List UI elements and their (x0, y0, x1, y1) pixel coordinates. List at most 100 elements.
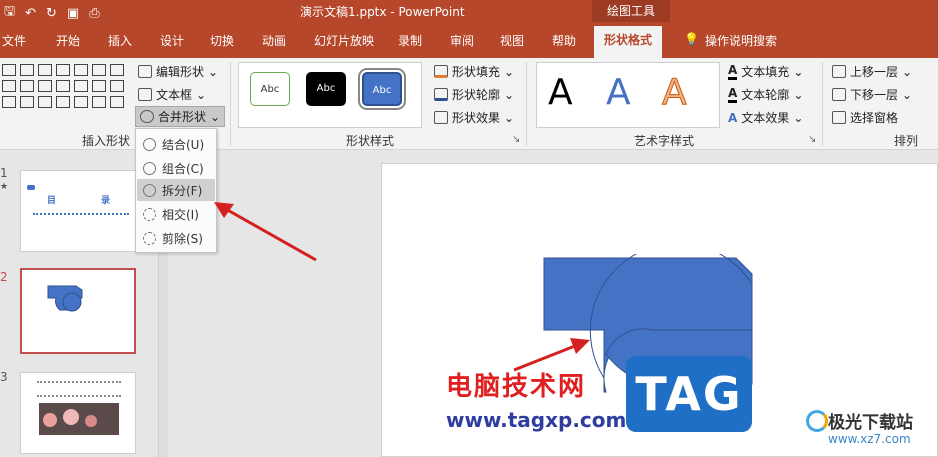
send-backward-button[interactable]: 下移一层 ⌄ (832, 86, 912, 103)
shape-icon[interactable] (20, 64, 34, 76)
shape-icon[interactable] (20, 96, 34, 108)
shapes-gallery[interactable] (2, 64, 126, 108)
shape-icon[interactable] (110, 80, 124, 92)
shape-icon[interactable] (2, 96, 16, 108)
tab-design[interactable]: 设计 (160, 32, 184, 49)
selection-pane-button[interactable]: 选择窗格 (832, 109, 898, 126)
bring-forward-icon (832, 65, 846, 78)
site-logo: 极光下载站 www.xz7.com (806, 404, 936, 454)
shape-icon[interactable] (2, 80, 16, 92)
shape-icon[interactable] (38, 64, 52, 76)
ribbon-tabs: 文件 开始 插入 设计 切换 动画 幻灯片放映 录制 审阅 视图 帮助 形状格式… (0, 22, 938, 58)
text-fill-icon: A (728, 63, 738, 80)
dialog-launcher-icon[interactable]: ↘ (512, 134, 520, 145)
text-effects-label: 文本效果 (741, 111, 790, 125)
print-preview-icon[interactable]: ⎙ (89, 6, 99, 21)
shape-fill-label: 形状填充 (452, 65, 501, 79)
redo-icon[interactable]: ↻ (46, 6, 57, 21)
tab-transitions[interactable]: 切换 (210, 32, 234, 49)
tab-record[interactable]: 录制 (398, 32, 422, 49)
chevron-down-icon: ⌄ (196, 87, 207, 102)
shape-icon[interactable] (2, 64, 16, 76)
tab-view[interactable]: 视图 (500, 32, 524, 49)
tell-me-label: 操作说明搜索 (704, 34, 777, 48)
text-fill-button[interactable]: A 文本填充 ⌄ (728, 63, 803, 80)
group-separator (526, 62, 527, 146)
tab-home[interactable]: 开始 (56, 32, 80, 49)
shape-icon[interactable] (74, 96, 88, 108)
fragment-icon (143, 183, 156, 197)
slide-thumbnail-2[interactable] (20, 268, 136, 354)
tab-review[interactable]: 审阅 (450, 32, 474, 49)
shape-icon[interactable] (110, 64, 124, 76)
shape-icon[interactable] (56, 64, 70, 76)
shape-icon[interactable] (92, 96, 106, 108)
shape-icon[interactable] (56, 80, 70, 92)
shape-icon[interactable] (38, 96, 52, 108)
tell-me-search[interactable]: 💡 操作说明搜索 (684, 32, 777, 49)
menu-item-label: 组合(C) (162, 161, 204, 176)
textbox-button[interactable]: 文本框 ⌄ (138, 86, 206, 103)
menu-item-label: 相交(I) (162, 207, 199, 222)
arrange-group-label: 排列 (894, 134, 919, 148)
edit-shape-button[interactable]: 编辑形状 ⌄ (138, 63, 218, 80)
menu-item-fragment[interactable]: 拆分(F) (137, 179, 215, 201)
menu-item-label: 拆分(F) (162, 183, 203, 198)
tab-shape-format[interactable]: 形状格式 (594, 26, 663, 58)
tab-help[interactable]: 帮助 (552, 32, 576, 49)
tab-insert[interactable]: 插入 (108, 32, 132, 49)
style-sample-outline[interactable]: Abc (250, 72, 290, 106)
shape-icon[interactable] (56, 96, 70, 108)
wordart-styles-group-label: 艺术字样式 (634, 134, 695, 148)
thumb-dots (33, 213, 129, 215)
style-sample-black[interactable]: Abc (306, 72, 346, 106)
shape-effects-label: 形状效果 (452, 111, 501, 125)
shape-icon[interactable] (74, 64, 88, 76)
shape-icon[interactable] (38, 80, 52, 92)
menu-item-subtract[interactable]: 剪除(S) (137, 227, 215, 249)
text-effects-button[interactable]: A 文本效果 ⌄ (728, 109, 803, 126)
shape-styles-group-label: 形状样式 (346, 134, 395, 148)
send-backward-label: 下移一层 (850, 88, 899, 102)
menu-item-combine[interactable]: 组合(C) (137, 157, 215, 179)
chevron-down-icon: ⌄ (504, 64, 515, 79)
tab-file[interactable]: 文件 (2, 32, 26, 49)
annotation-arrow-to-menu (214, 202, 317, 262)
merge-shapes-icon (140, 110, 154, 123)
dialog-launcher-icon[interactable]: ↘ (808, 134, 816, 145)
tag-logo: TAG (626, 356, 752, 432)
swirl-logo-icon (806, 410, 828, 432)
menu-item-intersect[interactable]: 相交(I) (137, 203, 215, 225)
send-backward-icon (832, 88, 846, 101)
thumb-title-char: 目 (47, 196, 57, 206)
thumb-title-char: 录 (101, 196, 111, 206)
shape-effects-button[interactable]: 形状效果 ⌄ (434, 109, 514, 126)
shape-outline-button[interactable]: 形状轮廓 ⌄ (434, 86, 514, 103)
shape-fill-button[interactable]: 形状填充 ⌄ (434, 63, 514, 80)
present-icon[interactable]: ▣ (67, 6, 79, 21)
shape-icon[interactable] (74, 80, 88, 92)
save-icon[interactable]: 🖫 (4, 2, 15, 24)
text-fill-label: 文本填充 (741, 65, 790, 79)
shape-icon[interactable] (110, 96, 124, 108)
slide-thumbnail-3[interactable] (20, 372, 136, 454)
merge-shapes-button[interactable]: 合并形状 ⌄ (135, 106, 226, 127)
shape-icon[interactable] (92, 64, 106, 76)
menu-item-union[interactable]: 结合(U) (137, 133, 215, 155)
selection-pane-icon (832, 111, 846, 124)
shape-icon[interactable] (20, 80, 34, 92)
textbox-label: 文本框 (156, 88, 193, 102)
wordart-sample-blue[interactable]: A (606, 72, 631, 113)
undo-icon[interactable]: ↶ (25, 6, 36, 21)
tab-animations[interactable]: 动画 (262, 32, 286, 49)
style-sample-blue[interactable]: Abc (358, 68, 406, 110)
bring-forward-button[interactable]: 上移一层 ⌄ (832, 63, 912, 80)
wordart-sample-black[interactable]: A (548, 72, 573, 113)
tab-slideshow[interactable]: 幻灯片放映 (314, 32, 374, 49)
shape-icon[interactable] (92, 80, 106, 92)
pen-icon (434, 88, 448, 101)
subtract-icon (143, 231, 156, 245)
wordart-sample-orange[interactable]: A (662, 72, 688, 114)
text-outline-button[interactable]: A 文本轮廓 ⌄ (728, 86, 803, 103)
slide-thumbnail-1[interactable]: 目 录 (20, 170, 136, 252)
